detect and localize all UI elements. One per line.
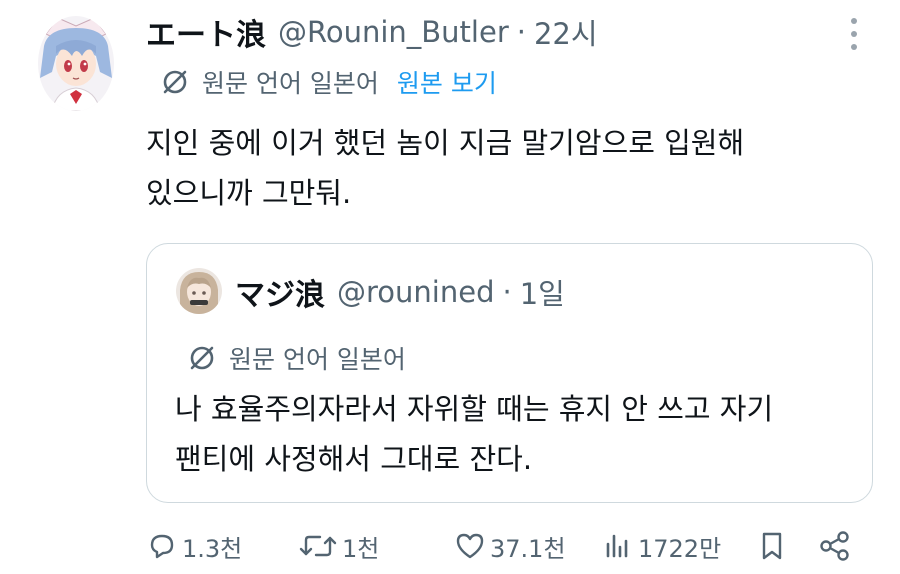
tweet-text: 지인 중에 이거 했던 놈이 지금 말기암으로 입원해 있으니까 그만둬. bbox=[146, 118, 846, 218]
quoted-tweet-text: 나 효율주의자라서 자위할 때는 휴지 안 쓰고 자기 팬티에 사정해서 그대로… bbox=[175, 384, 855, 484]
tweet-text-line: 지인 중에 이거 했던 놈이 지금 말기암으로 입원해 bbox=[146, 126, 745, 160]
views-count: 1722만 bbox=[638, 534, 722, 563]
quoted-translation-language-note: 원문 언어 일본어 bbox=[229, 345, 406, 374]
like-count: 37.1천 bbox=[490, 534, 566, 563]
separator-dot: · bbox=[502, 275, 512, 309]
tweet-text-line: 있으니까 그만둬. bbox=[146, 176, 352, 210]
retweet-count: 1천 bbox=[342, 534, 380, 563]
quoted-tweet-header: マジ浪 @rounined · 1일 bbox=[235, 270, 565, 314]
reply-icon bbox=[150, 534, 174, 559]
quoted-tweet-timestamp[interactable]: 1일 bbox=[520, 271, 565, 313]
author-avatar[interactable] bbox=[38, 16, 114, 111]
reply-count: 1.3천 bbox=[182, 534, 243, 563]
author-display-name[interactable]: エート浪 bbox=[146, 10, 266, 54]
translate-icon bbox=[163, 70, 187, 94]
quoted-tweet-text-line: 팬티에 사정해서 그대로 잔다. bbox=[175, 442, 533, 476]
quoted-author-handle[interactable]: @rounined bbox=[337, 275, 494, 309]
translation-language-note: 원문 언어 일본어 bbox=[202, 69, 379, 98]
quoted-tweet-card[interactable]: マジ浪 @rounined · 1일 원문 언어 일본어 나 효율주의자라서 자… bbox=[146, 243, 873, 503]
bookmark-button[interactable] bbox=[756, 525, 788, 567]
quoted-translation-notice: 원문 언어 일본어 bbox=[187, 340, 406, 376]
separator-dot: · bbox=[516, 15, 526, 49]
like-button[interactable]: 37.1천 bbox=[454, 525, 566, 567]
quoted-author-avatar[interactable] bbox=[176, 268, 222, 314]
tweet-header: エート浪 @Rounin_Butler · 22시 bbox=[146, 10, 598, 54]
quoted-author-display-name[interactable]: マジ浪 bbox=[235, 270, 325, 314]
retweet-button[interactable]: 1천 bbox=[298, 525, 379, 567]
show-original-link[interactable]: 원본 보기 bbox=[397, 64, 497, 100]
tweet-timestamp[interactable]: 22시 bbox=[534, 11, 598, 53]
retweet-icon bbox=[299, 535, 337, 557]
tweet-actions-bar: 1.3천 1천 37.1천 1722만 bbox=[146, 525, 866, 567]
like-icon bbox=[456, 533, 484, 559]
views-button[interactable]: 1722만 bbox=[602, 525, 721, 567]
translation-notice: 원문 언어 일본어 원본 보기 bbox=[160, 64, 497, 100]
translate-icon bbox=[190, 346, 214, 370]
views-icon bbox=[606, 534, 628, 558]
share-button[interactable] bbox=[818, 525, 852, 567]
quoted-tweet-text-line: 나 효율주의자라서 자위할 때는 휴지 안 쓰고 자기 bbox=[175, 392, 774, 426]
reply-button[interactable]: 1.3천 bbox=[146, 525, 242, 567]
more-icon[interactable] bbox=[844, 18, 864, 50]
bookmark-icon bbox=[762, 532, 782, 560]
share-icon bbox=[820, 531, 849, 561]
author-handle[interactable]: @Rounin_Butler bbox=[278, 15, 509, 49]
